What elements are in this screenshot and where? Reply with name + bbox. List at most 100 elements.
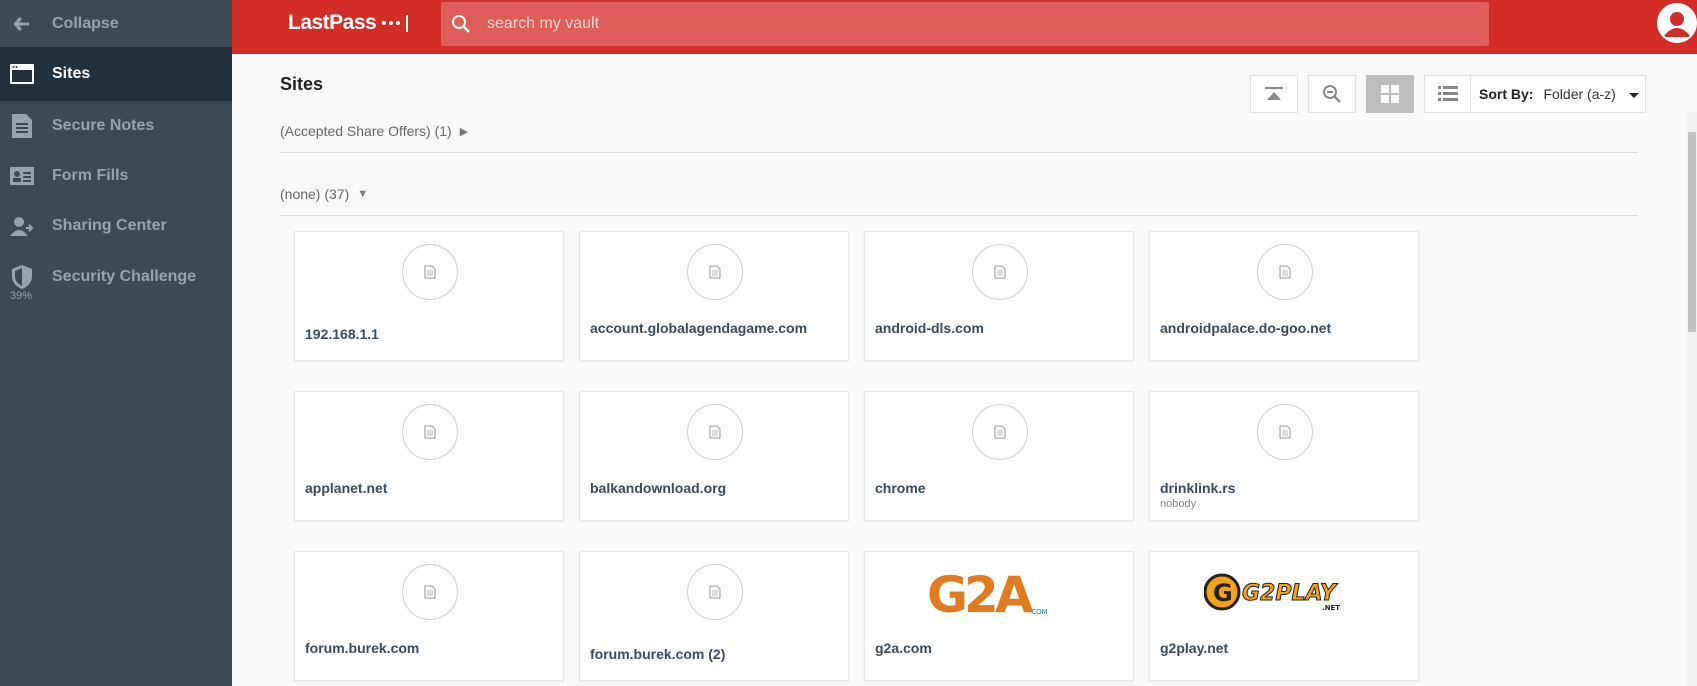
site-favicon — [687, 244, 743, 300]
collapse-button[interactable]: Collapse — [0, 0, 232, 47]
site-tile[interactable]: androidpalace.do-goo.net — [1149, 231, 1419, 361]
sidebar: Collapse Sites Secure Notes Form Fills S… — [0, 0, 232, 686]
g2a-logo: G2A .COM — [925, 566, 1075, 624]
folder-none[interactable]: (none) (37) ▼ — [280, 186, 368, 202]
sort-dropdown[interactable]: Sort By: Folder (a-z) — [1470, 75, 1646, 113]
scroll-top-button[interactable] — [1250, 75, 1298, 113]
note-icon — [10, 114, 34, 138]
search-box[interactable] — [441, 2, 1489, 46]
avatar[interactable] — [1657, 3, 1697, 43]
site-tile[interactable]: drinklink.rs nobody — [1149, 391, 1419, 521]
folder-label: (Accepted Share Offers) (1) — [280, 123, 452, 139]
sidebar-item-sharing-center[interactable]: Sharing Center — [0, 201, 232, 251]
sidebar-item-sites[interactable]: Sites — [0, 47, 232, 101]
grid-view-button[interactable] — [1366, 75, 1414, 113]
scrollbar-thumb[interactable] — [1688, 132, 1696, 332]
zoom-out-icon — [1323, 85, 1341, 103]
site-tile[interactable]: G2A .COM g2a.com — [864, 551, 1134, 681]
site-tile[interactable]: 192.168.1.1 — [294, 231, 564, 361]
site-favicon — [402, 564, 458, 620]
site-name: chrome — [875, 480, 926, 496]
site-favicon — [1257, 404, 1313, 460]
site-name: balkandownload.org — [590, 480, 727, 496]
list-view-button[interactable] — [1424, 75, 1472, 113]
site-name: g2play.net — [1160, 640, 1229, 656]
search-input[interactable] — [487, 15, 1387, 33]
scroll-top-icon — [1265, 87, 1283, 100]
g2a-logo-suffix: .COM — [1029, 608, 1048, 616]
collapse-label: Collapse — [52, 14, 119, 32]
site-favicon — [687, 404, 743, 460]
document-icon — [424, 265, 436, 279]
document-icon — [709, 265, 721, 279]
logo-text: LastPass — [288, 11, 377, 34]
site-favicon — [972, 244, 1028, 300]
site-tile[interactable]: android-dls.com — [864, 231, 1134, 361]
svg-text:G: G — [1213, 579, 1233, 607]
view-toolbar — [1250, 75, 1472, 113]
site-favicon — [1257, 244, 1313, 300]
site-tile[interactable]: applanet.net — [294, 391, 564, 521]
sort-label: Sort By: — [1479, 86, 1534, 102]
site-tile[interactable]: G G2PLAY .NET g2play.net — [1149, 551, 1419, 681]
document-icon — [424, 585, 436, 599]
sidebar-item-form-fills[interactable]: Form Fills — [0, 151, 232, 201]
sidebar-item-label: Sites — [52, 65, 91, 82]
document-icon — [709, 425, 721, 439]
site-name: account.globalagendagame.com — [590, 320, 808, 336]
security-score: 39% — [10, 290, 33, 302]
browser-window-icon — [10, 62, 34, 86]
zoom-out-button[interactable] — [1308, 75, 1356, 113]
folder-accepted-share-offers[interactable]: (Accepted Share Offers) (1) ▶ — [280, 123, 468, 139]
site-username: nobody — [1160, 498, 1197, 510]
list-view-icon — [1438, 86, 1458, 101]
site-tile[interactable]: forum.burek.com — [294, 551, 564, 681]
document-icon — [1279, 265, 1291, 279]
document-icon — [994, 425, 1006, 439]
site-favicon — [687, 564, 743, 620]
sharing-users-icon — [10, 214, 34, 238]
logo-bar — [406, 14, 409, 32]
divider — [280, 152, 1638, 153]
site-name: drinklink.rs — [1160, 480, 1236, 496]
vault-content: Sites Sort By: Folder (a-z) (Accepted Sh… — [232, 54, 1697, 686]
document-icon — [424, 425, 436, 439]
document-icon — [994, 265, 1006, 279]
divider — [280, 215, 1638, 216]
document-icon — [709, 585, 721, 599]
id-card-icon — [10, 164, 34, 188]
g2play-logo-suffix: .NET — [1322, 604, 1340, 612]
sidebar-item-security-challenge[interactable]: Security Challenge 39% — [0, 251, 232, 303]
scrollbar[interactable] — [1687, 112, 1697, 686]
expand-arrow-icon: ▶ — [459, 125, 469, 138]
lastpass-logo[interactable]: LastPass — [288, 11, 409, 35]
collapse-arrow-icon: ▼ — [357, 188, 369, 200]
g2play-logo-text: G2PLAY — [1242, 581, 1338, 606]
site-tile[interactable]: account.globalagendagame.com — [579, 231, 849, 361]
arrow-left-icon — [10, 12, 34, 36]
site-name: applanet.net — [305, 480, 388, 496]
site-name: android-dls.com — [875, 320, 984, 336]
grid-view-icon — [1381, 85, 1399, 103]
chevron-down-icon — [1629, 93, 1639, 98]
sort-value: Folder (a-z) — [1543, 86, 1616, 102]
site-tile[interactable]: forum.burek.com (2) — [579, 551, 849, 681]
page-title: Sites — [280, 74, 324, 94]
site-name: forum.burek.com (2) — [590, 646, 726, 662]
sidebar-item-secure-notes[interactable]: Secure Notes — [0, 101, 232, 151]
site-tile[interactable]: chrome — [864, 391, 1134, 521]
site-tile[interactable]: balkandownload.org — [579, 391, 849, 521]
top-bar: LastPass — [232, 0, 1697, 54]
sidebar-item-label: Secure Notes — [52, 117, 155, 134]
site-name: androidpalace.do-goo.net — [1160, 320, 1332, 336]
document-icon — [1279, 425, 1291, 439]
site-grid: 192.168.1.1 account.globalagendagame.com… — [294, 231, 1419, 681]
site-name: forum.burek.com — [305, 640, 420, 656]
site-favicon — [972, 404, 1028, 460]
shield-icon — [10, 265, 34, 289]
site-favicon — [402, 404, 458, 460]
folder-label: (none) (37) — [280, 186, 350, 202]
site-name: g2a.com — [875, 640, 932, 656]
logo-dots — [382, 21, 401, 25]
sidebar-item-label: Security Challenge — [52, 268, 197, 285]
